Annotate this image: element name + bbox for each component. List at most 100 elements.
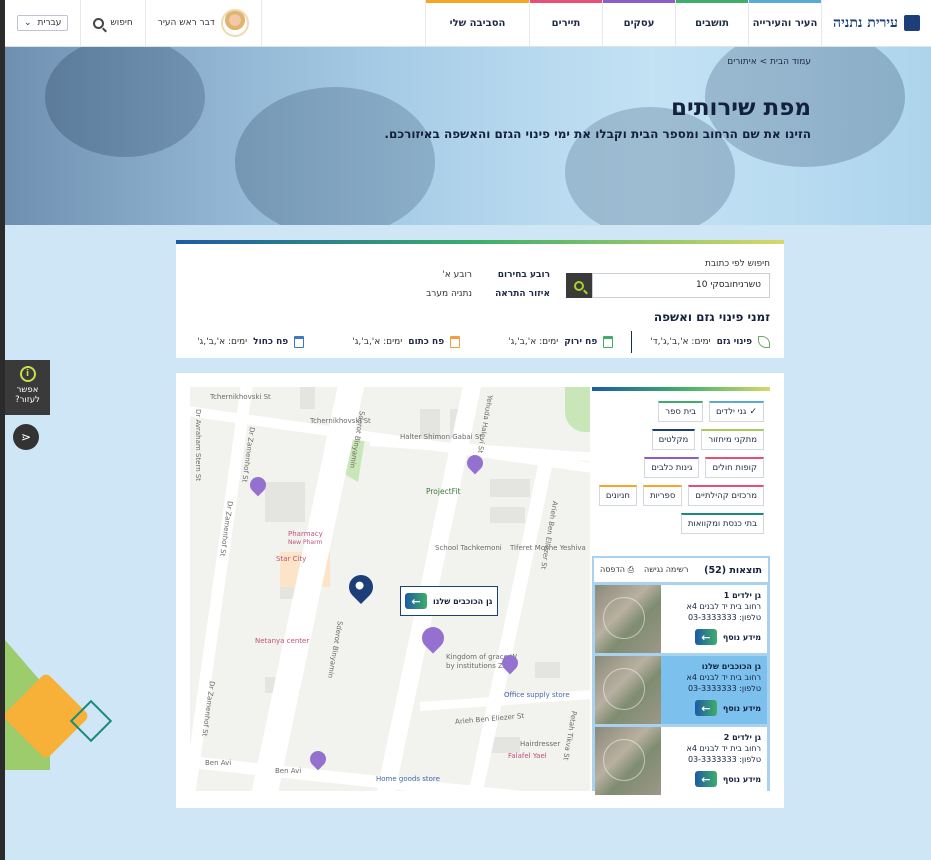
breadcrumb[interactable]: עמוד הבית > איתורים: [727, 57, 811, 67]
orange-bin-icon: [450, 336, 461, 348]
result-item-selected[interactable]: גן הכוכבים שלנו רחוב בית יד לבנים 4א טלפ…: [595, 656, 767, 724]
schedule-green-bin: פח ירוק ימים: א',ב',ג': [508, 336, 614, 348]
help-widget[interactable]: i אפשר לעזור?: [5, 360, 50, 415]
language-value: עברית: [37, 18, 62, 28]
search-cell[interactable]: חיפוש: [81, 0, 146, 46]
map-label-halter: Halter Shimon Gabai St: [400, 433, 483, 441]
map-park: [565, 387, 590, 432]
map-label-benavi1: Ben Avi: [205, 759, 232, 767]
check-icon: ✓: [749, 407, 757, 417]
map-poi-kingdom2: by institutions Zla: [446, 662, 510, 670]
category-schools[interactable]: בית ספר: [658, 401, 704, 422]
share-button[interactable]: ⋖: [13, 424, 39, 450]
info-icon: i: [19, 366, 36, 382]
more-info-button[interactable]: מידע נוסף ←: [694, 700, 761, 716]
map-poi-starcity: Star City: [276, 555, 307, 563]
schedule-yard-waste: פינוי גזם ימים: א',ב',ג',ד': [650, 336, 770, 348]
map-marker[interactable]: [306, 747, 330, 771]
map-popup-title: גן הכוכבים שלנו: [433, 596, 493, 606]
site-logo[interactable]: עירית נתניה: [821, 0, 931, 46]
map-block: [490, 737, 520, 753]
result-item[interactable]: גן ילדים 1 רחוב בית יד לבנים 4א טלפון: 0…: [595, 585, 767, 653]
category-filters: ✓ גני ילדים בית ספר מתקני מיחזור מקלטים …: [592, 391, 770, 534]
schedule-blue-bin: פח כחול ימים: א',ב',ג': [197, 336, 305, 348]
map-label-avraham: Dr Avraham Stern St: [194, 409, 202, 482]
map-block: [490, 479, 530, 497]
quarter-row: רובע בחירום רובע א': [442, 270, 550, 280]
schedule-orange-bin: פח כתום ימים: א',ב',ג': [352, 336, 461, 348]
green-bin-icon: [603, 336, 614, 348]
map-popup[interactable]: ← גן הכוכבים שלנו: [400, 586, 498, 616]
map-card: Dr Avraham Stern St Tchernikhovski St Tc…: [176, 373, 784, 808]
result-thumbnail: [595, 585, 661, 653]
zone-row: איזור התראה נתניה מערב: [426, 289, 550, 299]
map-poi-pharmacy: Pharmacy: [288, 530, 323, 538]
nav-tourists[interactable]: תיירים: [529, 0, 602, 46]
category-synagogues[interactable]: בתי כנסת ומקוואות: [680, 513, 764, 534]
services-map[interactable]: Dr Avraham Stern St Tchernikhovski St Tc…: [190, 387, 590, 791]
arrow-left-icon: ←: [694, 700, 717, 716]
utility-bar: עברית ⌄ חיפוש דבר ראש העיר: [5, 0, 262, 46]
chevron-down-icon: ⌄: [24, 18, 32, 28]
page-title: מפת שירותים: [671, 95, 811, 121]
address-card: חיפוש לפי כתובת טשרניחובסקי 10 רובע בחיר…: [176, 240, 784, 358]
schedule-title: זמני פינוי גזם ואשפה: [653, 310, 770, 324]
nav-my-area[interactable]: הסביבה שלי: [425, 0, 529, 46]
nav-city[interactable]: העיר והעירייה: [748, 0, 821, 46]
printer-icon: ⎙: [627, 565, 634, 574]
more-info-button[interactable]: מידע נוסף ←: [694, 629, 761, 645]
zone-value: נתניה מערב: [426, 289, 472, 299]
accessible-list-link[interactable]: רשימה נגישה: [644, 565, 688, 575]
share-icon: ⋖: [20, 430, 32, 444]
category-kindergartens[interactable]: ✓ גני ילדים: [709, 401, 764, 422]
category-libraries[interactable]: ספריות: [642, 485, 683, 506]
arrow-left-icon: ←: [694, 771, 717, 787]
map-block: [265, 482, 305, 522]
top-bar: עירית נתניה העיר והעירייה תושבים עסקים ת…: [0, 0, 931, 47]
category-clinics[interactable]: קופות חולים: [705, 457, 764, 478]
map-label-petah: Petah Tikva St: [561, 710, 578, 761]
category-dog-parks[interactable]: גינות כלבים: [644, 457, 700, 478]
more-info-button[interactable]: מידע נוסף ←: [694, 771, 761, 787]
result-thumbnail: [595, 727, 661, 795]
leaf-icon: [758, 336, 770, 348]
nav-business[interactable]: עסקים: [602, 0, 675, 46]
results-tools: רשימה נגישה ⎙ הדפסה: [600, 565, 688, 575]
map-poi-falafel: Falafel Yael: [508, 752, 547, 760]
arrow-left-icon[interactable]: ←: [405, 593, 427, 609]
map-poi-school: School Tachkemoni: [435, 544, 502, 552]
category-parking[interactable]: חניונים: [598, 485, 637, 506]
address-search-button[interactable]: [566, 273, 592, 298]
category-shelters[interactable]: מקלטים: [651, 429, 696, 450]
map-label-benavi2: Ben Avi: [275, 767, 302, 775]
result-item[interactable]: גן ילדים 2 רחוב בית יד לבנים 4א טלפון: 0…: [595, 727, 767, 795]
print-button[interactable]: ⎙ הדפסה: [600, 565, 634, 575]
map-poi-office: Office supply store: [504, 691, 570, 699]
mayor-avatar: [220, 9, 249, 37]
mayor-cell[interactable]: דבר ראש העיר: [146, 0, 262, 46]
arrow-left-icon: ←: [694, 629, 717, 645]
search-icon: [574, 280, 584, 291]
blue-bin-icon: [294, 336, 305, 348]
map-label-tchernikhovski: Tchernikhovski St: [210, 393, 271, 401]
map-block: [535, 662, 560, 678]
map-label-sderot2: Sderot Binyamin: [325, 620, 344, 679]
logo-text: עירית נתניה: [833, 14, 898, 31]
categories-panel: ✓ גני ילדים בית ספר מתקני מיחזור מקלטים …: [592, 387, 770, 795]
language-select[interactable]: עברית ⌄: [17, 15, 69, 31]
schedule-row: פינוי גזם ימים: א',ב',ג',ד' פח ירוק ימים…: [192, 331, 770, 353]
results-panel: תוצאות (52) רשימה נגישה ⎙ הדפסה גן ילדים…: [592, 556, 770, 795]
map-poi-projectfit: ProjectFit: [426, 487, 461, 496]
help-text-line1: אפשר: [16, 385, 39, 395]
category-recycling[interactable]: מתקני מיחזור: [701, 429, 764, 450]
map-block: [300, 387, 315, 409]
quarter-value: רובע א': [442, 270, 472, 280]
page-subtitle: הזינו את שם הרחוב ומספר הבית וקבלו את ימ…: [384, 127, 811, 141]
category-community-centers[interactable]: מרכזים קהילתיים: [688, 485, 764, 506]
nav-residents[interactable]: תושבים: [675, 0, 748, 46]
help-text-line2: לעזור?: [15, 395, 40, 405]
schedule-divider: [631, 331, 633, 353]
map-poi-netanya: Netanya center: [255, 637, 310, 645]
result-text: גן הכוכבים שלנו רחוב בית יד לבנים 4א טלפ…: [686, 662, 761, 693]
address-input[interactable]: טשרניחובסקי 10: [592, 273, 770, 298]
